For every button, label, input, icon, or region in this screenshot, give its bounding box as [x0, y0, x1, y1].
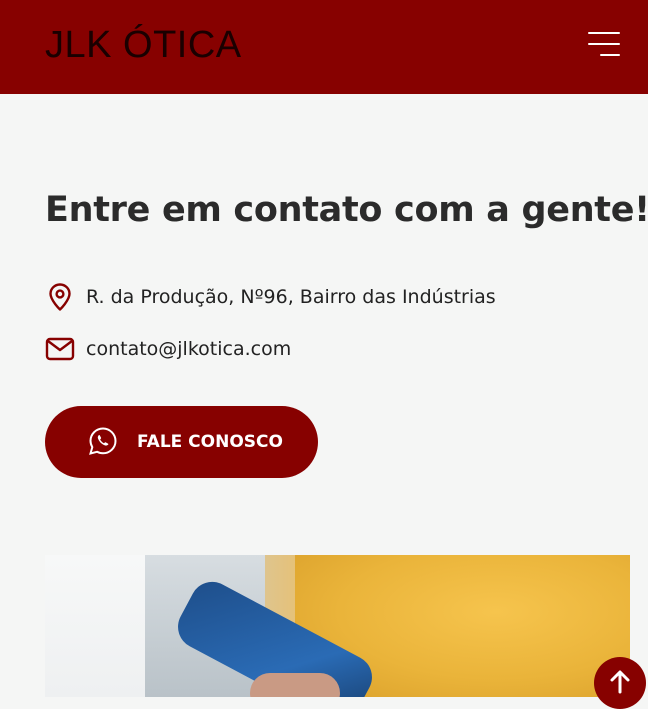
- address-text: R. da Produção, Nº96, Bairro das Indústr…: [86, 286, 496, 308]
- fale-conosco-label: FALE CONOSCO: [137, 432, 283, 452]
- address-row: R. da Produção, Nº96, Bairro das Indústr…: [45, 282, 496, 312]
- envelope-icon: [45, 334, 75, 364]
- hamburger-menu-icon[interactable]: [586, 30, 620, 60]
- brand-logo[interactable]: JLK ÓTICA: [45, 24, 242, 67]
- scroll-to-top-button[interactable]: [594, 657, 646, 709]
- whatsapp-icon: [88, 426, 118, 456]
- page-title: Entre em contato com a gente!: [45, 190, 648, 230]
- email-row[interactable]: contato@jlkotica.com: [45, 334, 291, 364]
- contact-photo: [45, 555, 630, 697]
- email-link[interactable]: contato@jlkotica.com: [86, 338, 291, 360]
- fale-conosco-button[interactable]: FALE CONOSCO: [45, 406, 318, 478]
- map-pin-icon: [45, 282, 75, 312]
- arrow-up-icon: [606, 667, 634, 699]
- site-header: JLK ÓTICA: [0, 0, 648, 94]
